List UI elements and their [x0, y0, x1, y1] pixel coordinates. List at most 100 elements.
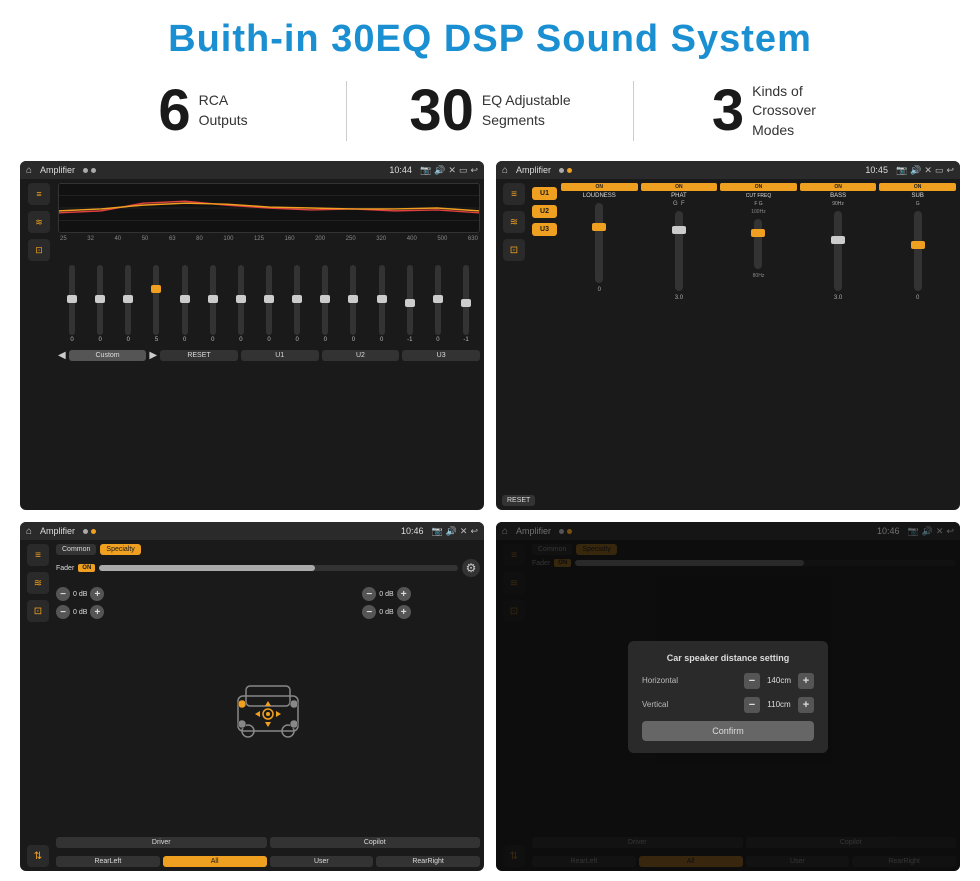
slider-thumb-13[interactable]: [433, 295, 443, 303]
ch-slider-loudness: [595, 203, 603, 283]
spk-minus-bl[interactable]: −: [56, 605, 70, 619]
channel-cutfreq: ON CUT FREQ F G 100Hz 80Hz: [720, 183, 797, 485]
slider-thumb-12[interactable]: [405, 299, 415, 307]
ch-thumb-phat[interactable]: [672, 226, 686, 234]
screen-amp: ⌂ Amplifier 10:45 📷 🔊 ✕ ▭ ↩ ≡: [496, 161, 960, 510]
spk-row-bl: − 0 dB +: [56, 605, 174, 619]
btn-copilot-3[interactable]: Copilot: [270, 837, 481, 848]
eq-slider-7: 0: [255, 265, 283, 343]
slider-thumb-4[interactable]: [180, 295, 190, 303]
slider-thumb-0[interactable]: [67, 295, 77, 303]
btn-driver-3[interactable]: Driver: [56, 837, 267, 848]
slider-track-14: [463, 265, 469, 335]
ch-thumb-loudness[interactable]: [592, 223, 606, 231]
eq-nav-icon-3[interactable]: ≡: [27, 544, 49, 566]
left-spk-controls: − 0 dB + − 0 dB +: [56, 587, 174, 829]
slider-thumb-10[interactable]: [348, 295, 358, 303]
spk-plus-tl[interactable]: +: [90, 587, 104, 601]
wave-icon-3[interactable]: ≋: [27, 572, 49, 594]
spk-minus-br[interactable]: −: [362, 605, 376, 619]
next-arrow[interactable]: ▶: [149, 350, 157, 361]
slider-track-0: [69, 265, 75, 335]
spk-icon-2[interactable]: ⊡: [503, 239, 525, 261]
u-btn-1[interactable]: U1: [532, 187, 557, 200]
ch-on-phat: ON: [641, 183, 718, 191]
confirm-button[interactable]: Confirm: [642, 721, 814, 741]
spk-plus-tr[interactable]: +: [397, 587, 411, 601]
slider-track-6: [238, 265, 244, 335]
ch-thumb-bass[interactable]: [831, 236, 845, 244]
slider-thumb-11[interactable]: [377, 295, 387, 303]
slider-track-4: [182, 265, 188, 335]
tab-specialty-3[interactable]: Specialty: [100, 544, 140, 555]
right-spk-controls: − 0 dB + − 0 dB +: [362, 587, 480, 829]
ch-thumb-cutfreq[interactable]: [751, 229, 765, 237]
prev-arrow[interactable]: ◀: [58, 350, 66, 361]
spk-plus-br[interactable]: +: [397, 605, 411, 619]
fader-on-badge[interactable]: ON: [78, 564, 95, 572]
ch-slider-cutfreq: [754, 219, 762, 269]
tab-common-3[interactable]: Common: [56, 544, 96, 555]
home-icon-3: ⌂: [26, 526, 32, 537]
vertical-plus[interactable]: +: [798, 697, 814, 713]
btn-user-3[interactable]: User: [270, 856, 374, 867]
spk-minus-tr[interactable]: −: [362, 587, 376, 601]
u-buttons: U1 U2 U3: [532, 183, 557, 485]
vertical-value: 110cm: [764, 700, 794, 709]
dot-1a: [83, 168, 88, 173]
slider-thumb-5[interactable]: [208, 295, 218, 303]
slider-thumb-7[interactable]: [264, 295, 274, 303]
vertical-minus[interactable]: −: [744, 697, 760, 713]
horizontal-plus[interactable]: +: [798, 673, 814, 689]
eq-u3-btn[interactable]: U3: [402, 350, 480, 361]
btn-rearleft-3[interactable]: RearLeft: [56, 856, 160, 867]
horizontal-minus[interactable]: −: [744, 673, 760, 689]
slider-thumb-6[interactable]: [236, 295, 246, 303]
ch-thumb-sub[interactable]: [911, 241, 925, 249]
slider-track-12: [407, 265, 413, 335]
eq-nav-icon-2[interactable]: ≡: [503, 183, 525, 205]
amp-reset-btn[interactable]: RESET: [502, 495, 535, 506]
slider-thumb-14[interactable]: [461, 299, 471, 307]
time-2: 10:45: [865, 165, 888, 175]
freq-25: 25: [60, 236, 67, 242]
eq-u1-btn[interactable]: U1: [241, 350, 319, 361]
spk-icon-3[interactable]: ⊡: [27, 600, 49, 622]
freq-160: 160: [285, 236, 295, 242]
spk-row-tl: − 0 dB +: [56, 587, 174, 601]
eq-ctrl-3[interactable]: ⊡: [28, 239, 50, 261]
ch-label-phat: PHAT: [671, 193, 687, 199]
preset-custom[interactable]: Custom: [69, 350, 147, 361]
slider-thumb-9[interactable]: [320, 295, 330, 303]
slider-track-5: [210, 265, 216, 335]
slider-thumb-2[interactable]: [123, 295, 133, 303]
wave-icon-2[interactable]: ≋: [503, 211, 525, 233]
freq-500: 500: [437, 236, 447, 242]
slider-track-1: [97, 265, 103, 335]
arrow-icon-3[interactable]: ⇅: [27, 845, 49, 867]
vol-icon-3: 🔊: [446, 526, 457, 537]
btn-rearright-3[interactable]: RearRight: [376, 856, 480, 867]
back-icon-3: ↩: [470, 526, 478, 537]
spk-plus-bl[interactable]: +: [90, 605, 104, 619]
eq-ctrl-2[interactable]: ≋: [28, 211, 50, 233]
eq-u2-btn[interactable]: U2: [322, 350, 400, 361]
ch-on-sub: ON: [879, 183, 956, 191]
ch-slider-sub: [914, 211, 922, 291]
amp-channels: ON LOUDNESS 0 ON PHAT G F 3.0 ON: [561, 183, 956, 485]
spk-minus-tl[interactable]: −: [56, 587, 70, 601]
u-btn-2[interactable]: U2: [532, 205, 557, 218]
app-title-2: Amplifier: [516, 165, 551, 175]
eq-reset-btn[interactable]: RESET: [160, 350, 238, 361]
u-btn-3[interactable]: U3: [532, 223, 557, 236]
eq-slider-4: 0: [171, 265, 199, 343]
eq-ctrl-1[interactable]: ≡: [28, 183, 50, 205]
freq-50: 50: [142, 236, 149, 242]
stat-label-crossover: Kinds of Crossover Modes: [752, 82, 842, 141]
slider-thumb-8[interactable]: [292, 295, 302, 303]
fader-label: Fader: [56, 565, 74, 572]
slider-thumb-3[interactable]: [151, 285, 161, 293]
settings-icon-3[interactable]: ⚙: [462, 559, 480, 577]
btn-all-3[interactable]: All: [163, 856, 267, 867]
slider-thumb-1[interactable]: [95, 295, 105, 303]
